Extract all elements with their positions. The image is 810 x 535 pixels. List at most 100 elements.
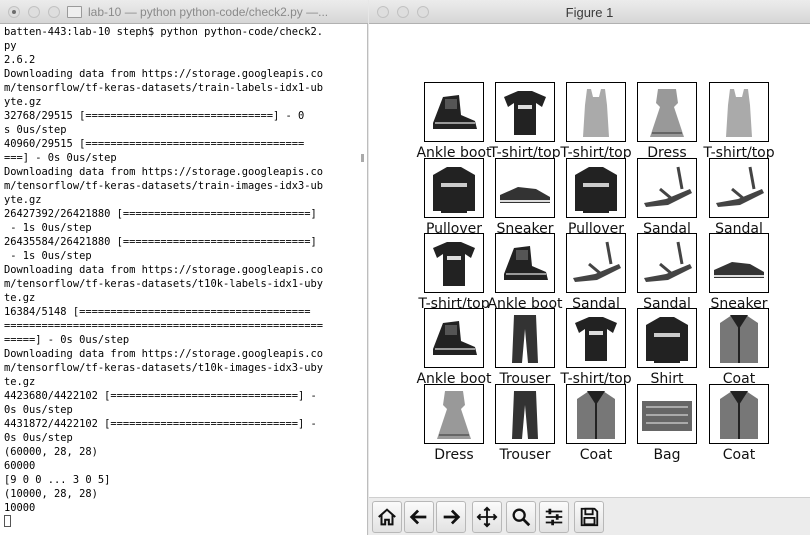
pullover-icon bbox=[433, 167, 475, 213]
fashion-image-tile bbox=[637, 308, 697, 368]
terminal-line: m/tensorflow/tf-keras-datasets/t10k-labe… bbox=[4, 278, 324, 290]
zoom-button[interactable] bbox=[506, 501, 536, 533]
floppy-disk-icon bbox=[580, 507, 599, 527]
terminal-line: =====] - 0s 0us/step bbox=[4, 334, 130, 346]
terminal-line: 16384/5148 [============================… bbox=[4, 306, 311, 318]
terminal-line: (60000, 28, 28) bbox=[4, 446, 98, 458]
terminal-line: 4431872/4422102 [=======================… bbox=[4, 418, 317, 430]
fashion-image-tile bbox=[709, 308, 769, 368]
terminal-line: [9 0 0 ... 3 0 5] bbox=[4, 474, 111, 486]
sneaker-icon bbox=[500, 187, 550, 203]
terminal-line: yte.gz bbox=[4, 96, 42, 108]
tshirt-icon bbox=[433, 242, 475, 286]
forward-button[interactable] bbox=[436, 501, 466, 533]
save-button[interactable] bbox=[574, 501, 604, 533]
sandal-icon bbox=[644, 241, 692, 282]
coat-icon bbox=[720, 391, 758, 439]
boot-icon bbox=[504, 246, 548, 280]
terminal-line: Downloading data from https://storage.go… bbox=[4, 68, 324, 80]
terminal-line: m/tensorflow/tf-keras-datasets/train-lab… bbox=[4, 82, 324, 94]
back-button[interactable] bbox=[404, 501, 434, 533]
terminal-line: 0s 0us/step bbox=[4, 432, 73, 444]
fashion-image-tile bbox=[424, 308, 484, 368]
terminal-line: (10000, 28, 28) bbox=[4, 488, 98, 500]
fashion-image-tile bbox=[566, 384, 626, 444]
terminal-line: m/tensorflow/tf-keras-datasets/t10k-imag… bbox=[4, 362, 324, 374]
terminal-window: lab-10 — python python-code/check2.py —.… bbox=[0, 0, 368, 535]
fashion-image-tile bbox=[709, 384, 769, 444]
fashion-image-tile bbox=[424, 82, 484, 142]
move-icon bbox=[476, 506, 498, 528]
fashion-image-tile bbox=[424, 233, 484, 293]
arrow-left-icon bbox=[409, 509, 427, 525]
terminal-line: 60000 bbox=[4, 460, 36, 472]
terminal-line: - 1s 0us/step bbox=[4, 250, 92, 262]
figure-canvas[interactable]: Ankle boot T-shirt/top T-shirt/top Dress T-s… bbox=[369, 25, 810, 497]
fashion-image-tile bbox=[495, 82, 555, 142]
dress-icon bbox=[437, 391, 471, 439]
terminal-line: s 0us/step bbox=[4, 124, 67, 136]
sliders-icon bbox=[545, 508, 563, 526]
fashion-image-tile bbox=[566, 233, 626, 293]
fashion-image-tile bbox=[637, 233, 697, 293]
fashion-image-tile bbox=[495, 384, 555, 444]
tshirt-icon bbox=[504, 91, 546, 135]
terminal-line: Downloading data from https://storage.go… bbox=[4, 166, 324, 178]
terminal-line: ========================================… bbox=[4, 320, 324, 332]
terminal-line: 32768/29515 [===========================… bbox=[4, 110, 305, 122]
terminal-line: m/tensorflow/tf-keras-datasets/train-ima… bbox=[4, 180, 324, 192]
figure-window: Figure 1 Ankle boot T-shirt/top T-shirt/to… bbox=[369, 0, 810, 535]
terminal-line: 26435584/26421880 [=====================… bbox=[4, 236, 317, 248]
fashion-image-tile bbox=[709, 158, 769, 218]
terminal-line: 10000 bbox=[4, 502, 36, 514]
scroll-indicator[interactable] bbox=[361, 154, 364, 162]
bag-icon bbox=[642, 401, 692, 431]
terminal-line: te.gz bbox=[4, 376, 36, 388]
fashion-image-tile bbox=[637, 384, 697, 444]
navigation-toolbar bbox=[369, 497, 810, 535]
terminal-line: 0s 0us/step bbox=[4, 404, 73, 416]
fashion-image-tile bbox=[637, 158, 697, 218]
boot-icon bbox=[433, 95, 477, 129]
image-label: Coat bbox=[722, 447, 756, 463]
fashion-image-tile bbox=[709, 233, 769, 293]
fashion-image-tile bbox=[566, 82, 626, 142]
pullover-icon bbox=[575, 167, 617, 213]
close-window-button[interactable] bbox=[8, 6, 20, 18]
tank-icon bbox=[726, 89, 752, 137]
fashion-image-tile bbox=[566, 308, 626, 368]
terminal-line: 26427392/26421880 [=====================… bbox=[4, 208, 317, 220]
terminal-line: 2.6.2 bbox=[4, 54, 36, 66]
pan-button[interactable] bbox=[472, 501, 502, 533]
fashion-image-tile bbox=[637, 82, 697, 142]
dress-icon bbox=[650, 89, 684, 137]
home-button[interactable] bbox=[372, 501, 402, 533]
trouser-icon bbox=[512, 315, 538, 363]
tank-icon bbox=[583, 89, 609, 137]
terminal-line: yte.gz bbox=[4, 194, 42, 206]
figure-titlebar: Figure 1 bbox=[369, 0, 810, 24]
folder-icon bbox=[67, 6, 82, 18]
terminal-line: 4423680/4422102 [=======================… bbox=[4, 390, 317, 402]
boot-icon bbox=[433, 321, 477, 355]
terminal-output[interactable]: batten-443:lab-10 steph$ python python-c… bbox=[4, 25, 364, 530]
terminal-title: lab-10 — python python-code/check2.py —.… bbox=[88, 5, 329, 19]
zoom-window-button[interactable] bbox=[48, 6, 60, 18]
fashion-image-tile bbox=[424, 158, 484, 218]
arrow-right-icon bbox=[443, 509, 461, 525]
terminal-titlebar: lab-10 — python python-code/check2.py —.… bbox=[0, 0, 368, 24]
sandal-icon bbox=[573, 241, 621, 282]
terminal-line: Downloading data from https://storage.go… bbox=[4, 348, 324, 360]
minimize-window-button[interactable] bbox=[28, 6, 40, 18]
terminal-line: batten-443:lab-10 steph$ python python-c… bbox=[4, 26, 324, 38]
configure-subplots-button[interactable] bbox=[539, 501, 569, 533]
terminal-line: te.gz bbox=[4, 292, 36, 304]
coat-icon bbox=[577, 391, 615, 439]
fashion-image-tile bbox=[495, 233, 555, 293]
fashion-image-tile bbox=[495, 158, 555, 218]
sandal-icon bbox=[644, 166, 692, 207]
pullover-icon bbox=[646, 317, 688, 363]
tshirt-icon bbox=[575, 317, 617, 361]
sneaker-icon bbox=[714, 262, 764, 278]
sandal-icon bbox=[716, 166, 764, 207]
